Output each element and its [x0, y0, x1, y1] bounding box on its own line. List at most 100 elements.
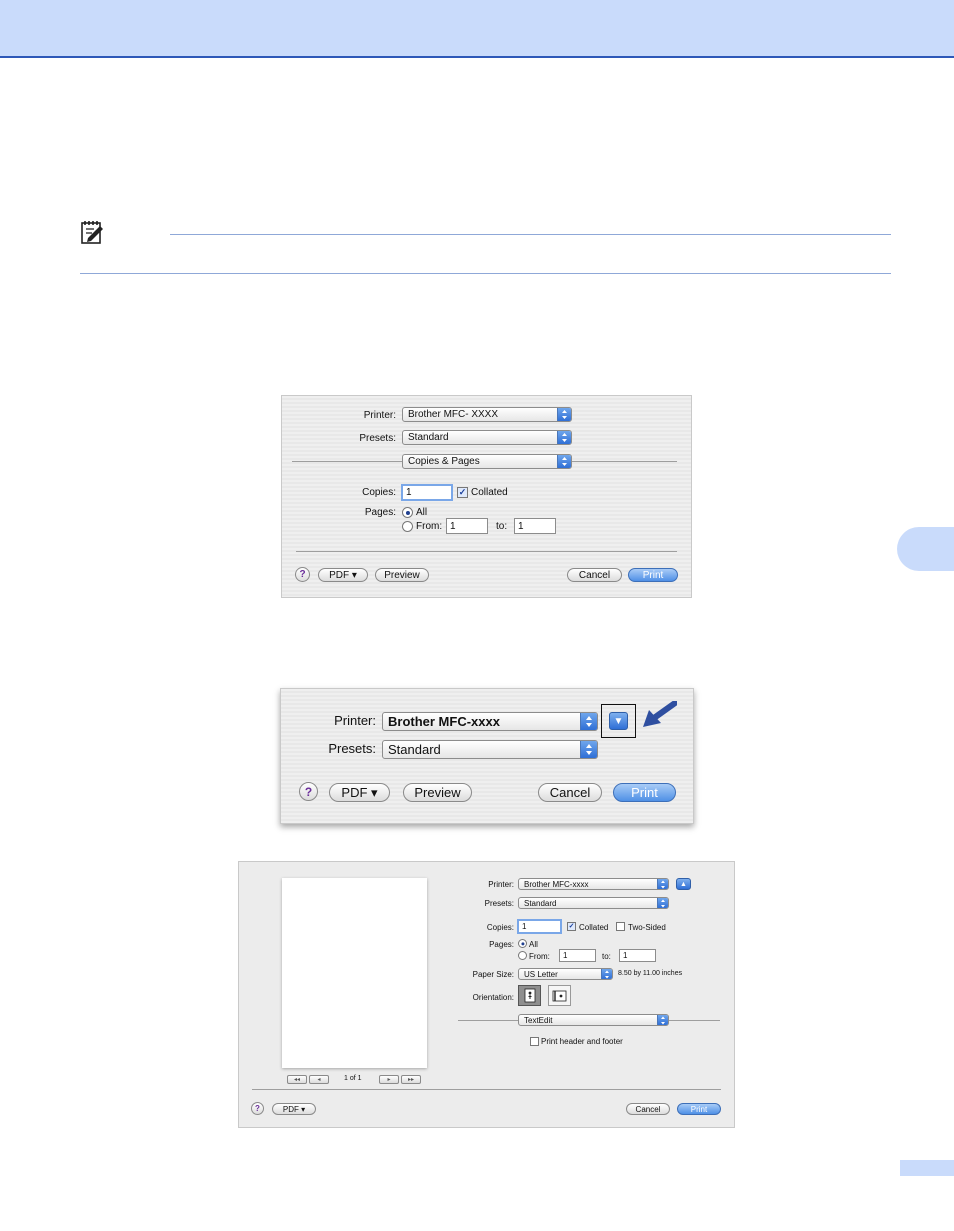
- copies-label: Copies:: [362, 487, 396, 498]
- help-button[interactable]: ?: [299, 782, 318, 801]
- paper-dimensions: 8.50 by 11.00 inches: [618, 970, 683, 977]
- from-input[interactable]: 1: [559, 949, 596, 962]
- note-bottom-rule: [80, 273, 891, 274]
- two-sided-checkbox[interactable]: [616, 922, 625, 931]
- help-button[interactable]: ?: [251, 1102, 264, 1115]
- print-button[interactable]: Print: [613, 783, 676, 802]
- copies-input[interactable]: 1: [517, 919, 562, 934]
- help-button[interactable]: ?: [295, 567, 310, 582]
- paper-size-value: US Letter: [524, 969, 558, 979]
- last-page-button[interactable]: ▸▸: [401, 1075, 421, 1084]
- section-popup[interactable]: TextEdit: [518, 1014, 669, 1026]
- cancel-button[interactable]: Cancel: [538, 783, 602, 802]
- expand-disclosure-button[interactable]: ▼: [609, 712, 628, 730]
- popup-arrow-icon: [557, 408, 571, 421]
- note-icon: [80, 219, 106, 245]
- pages-from-radio[interactable]: [518, 951, 527, 960]
- copies-label: Copies:: [486, 923, 514, 932]
- printer-label: Printer:: [363, 410, 396, 421]
- copies-input[interactable]: 1: [401, 484, 453, 501]
- to-label: to:: [496, 521, 508, 532]
- printer-popup[interactable]: Brother MFC-xxxx: [382, 712, 598, 731]
- popup-arrow-icon: [657, 1015, 668, 1025]
- two-sided-label: Two-Sided: [628, 923, 666, 932]
- print-dialog-expanded: ◂◂ ◂ 1 of 1 ▸ ▸▸ Printer: Brother MFC-xx…: [238, 861, 735, 1128]
- printer-popup[interactable]: Brother MFC- XXXX: [402, 407, 572, 422]
- paper-size-popup[interactable]: US Letter: [518, 968, 613, 980]
- prev-page-button[interactable]: ◂: [309, 1075, 329, 1084]
- page-indicator: 1 of 1: [344, 1075, 362, 1082]
- print-dialog-collapsed: Printer: Brother MFC-xxxx Presets: Stand…: [280, 688, 694, 824]
- printer-popup[interactable]: Brother MFC-xxxx: [518, 878, 669, 890]
- pages-label: Pages:: [364, 507, 396, 518]
- from-input[interactable]: 1: [446, 518, 488, 534]
- presets-popup[interactable]: Standard: [402, 430, 572, 445]
- popup-arrow-icon: [557, 455, 571, 468]
- collated-checkbox[interactable]: ✓: [567, 922, 576, 931]
- arrow-pointer-icon: [641, 700, 678, 729]
- print-button[interactable]: Print: [628, 568, 678, 582]
- portrait-icon[interactable]: [518, 985, 541, 1006]
- collated-label: Collated: [471, 487, 508, 498]
- note-top-rule: [170, 234, 891, 235]
- popup-arrow-icon: [557, 431, 571, 444]
- next-page-button[interactable]: ▸: [379, 1075, 399, 1084]
- presets-value: Standard: [408, 432, 449, 443]
- print-button[interactable]: Print: [677, 1103, 721, 1115]
- pdf-button[interactable]: PDF ▾: [329, 783, 390, 802]
- presets-label: Presets:: [328, 741, 376, 756]
- header-footer-checkbox[interactable]: [530, 1037, 539, 1046]
- header-band: [0, 0, 954, 58]
- presets-popup[interactable]: Standard: [382, 740, 598, 759]
- popup-arrow-icon: [657, 879, 668, 889]
- popup-arrow-icon: [580, 741, 597, 758]
- paper-size-label: Paper Size:: [472, 970, 514, 979]
- cancel-button[interactable]: Cancel: [626, 1103, 670, 1115]
- print-dialog-copies-pages: Printer: Brother MFC- XXXX Presets: Stan…: [281, 395, 692, 598]
- all-label: All: [529, 940, 538, 949]
- to-input[interactable]: 1: [619, 949, 656, 962]
- printer-value: Brother MFC- XXXX: [408, 409, 499, 420]
- pages-label: Pages:: [489, 940, 514, 949]
- pdf-button[interactable]: PDF ▾: [318, 568, 368, 582]
- popup-arrow-icon: [657, 898, 668, 908]
- pages-all-radio[interactable]: [518, 939, 527, 948]
- from-label: From:: [529, 952, 550, 961]
- popup-arrow-icon: [580, 713, 597, 730]
- separator: [296, 551, 677, 552]
- printer-value: Brother MFC-xxxx: [524, 879, 589, 889]
- preview-button[interactable]: Preview: [403, 783, 472, 802]
- presets-label: Presets:: [484, 899, 514, 908]
- page-number-box: [900, 1160, 954, 1176]
- section-value: Copies & Pages: [408, 456, 480, 467]
- printer-label: Printer:: [488, 880, 514, 889]
- pages-from-radio[interactable]: [402, 521, 413, 532]
- section-popup[interactable]: Copies & Pages: [402, 454, 572, 469]
- landscape-icon[interactable]: [548, 985, 571, 1006]
- first-page-button[interactable]: ◂◂: [287, 1075, 307, 1084]
- collated-checkbox[interactable]: ✓: [457, 487, 468, 498]
- from-label: From:: [416, 521, 443, 532]
- presets-value: Standard: [524, 898, 557, 908]
- orientation-label: Orientation:: [472, 993, 514, 1002]
- all-label: All: [416, 507, 428, 518]
- pages-all-radio[interactable]: [402, 507, 413, 518]
- page-preview: [282, 878, 427, 1068]
- to-label: to:: [602, 952, 611, 961]
- preview-button[interactable]: Preview: [375, 568, 429, 582]
- separator: [252, 1089, 721, 1090]
- printer-label: Printer:: [334, 713, 376, 728]
- presets-value: Standard: [388, 742, 441, 757]
- cancel-button[interactable]: Cancel: [567, 568, 622, 582]
- chapter-tab: [897, 527, 954, 571]
- presets-label: Presets:: [359, 433, 396, 444]
- section-value: TextEdit: [524, 1015, 553, 1025]
- collapse-disclosure-button[interactable]: ▲: [676, 878, 691, 890]
- printer-value: Brother MFC-xxxx: [388, 714, 500, 729]
- pdf-button[interactable]: PDF ▾: [272, 1103, 316, 1115]
- collated-label: Collated: [579, 923, 609, 932]
- header-footer-label: Print header and footer: [541, 1037, 623, 1046]
- popup-arrow-icon: [601, 969, 612, 979]
- to-input[interactable]: 1: [514, 518, 556, 534]
- presets-popup[interactable]: Standard: [518, 897, 669, 909]
